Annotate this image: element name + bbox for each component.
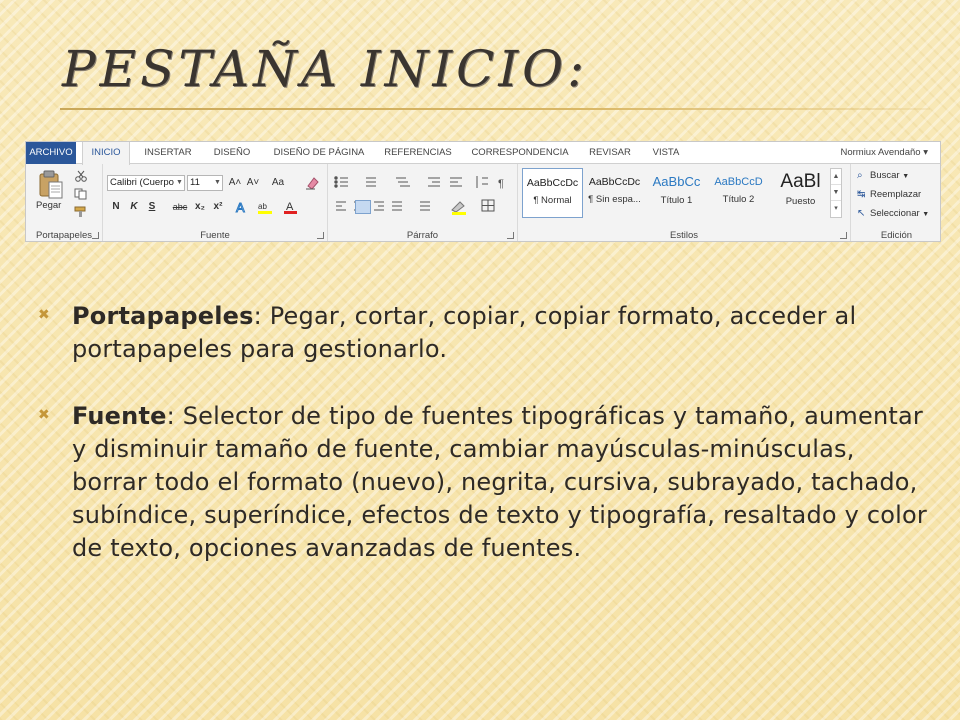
- binoculars-icon: ⌕: [857, 170, 863, 181]
- user-name[interactable]: Normiux Avendaño ▾: [840, 142, 928, 164]
- list-item-text: Fuente: Selector de tipo de fuentes tipo…: [72, 400, 928, 565]
- group-label-estilos: Estilos: [670, 230, 698, 241]
- chevron-up-icon[interactable]: ▲: [831, 169, 841, 185]
- style-sample: AaBbCcDc: [526, 177, 579, 189]
- tab-insertar[interactable]: INSERTAR: [136, 142, 200, 164]
- user-name-text: Normiux Avendaño: [840, 147, 921, 158]
- tab-revisar[interactable]: REVISAR: [582, 142, 638, 164]
- group-fuente: Calibri (Cuerpo ▼ 11 ▼ A˄ A˅ Aa N K S ab…: [103, 164, 328, 241]
- style-name: Título 2: [722, 194, 755, 205]
- tab-diseno-de-pagina[interactable]: DISEÑO DE PÁGINA: [266, 142, 372, 164]
- clear-formatting-icon[interactable]: [305, 176, 319, 190]
- replace-button[interactable]: ↹ Reemplazar: [857, 186, 921, 203]
- font-color-icon[interactable]: A: [283, 200, 299, 214]
- list-item-text: Portapapeles: Pegar, cortar, copiar, cop…: [72, 300, 928, 366]
- style-sample: AaBbCcDc: [588, 176, 641, 188]
- tab-diseno[interactable]: DISEÑO: [204, 142, 260, 164]
- style-sample: AaBl: [780, 171, 821, 192]
- ribbon-tab-bar: ARCHIVO INICIO INSERTAR DISEÑO DISEÑO DE…: [26, 142, 940, 165]
- svg-text:ab: ab: [258, 202, 267, 211]
- more-icon[interactable]: ▾: [831, 201, 841, 217]
- chevron-down-icon: ▼: [176, 179, 183, 186]
- style-sin-espaciado[interactable]: AaBbCcDc ¶ Sin espa...: [584, 168, 645, 218]
- style-titulo-2[interactable]: AaBbCcD Título 2: [708, 168, 769, 218]
- group-label-edicion: Edición: [880, 230, 913, 241]
- font-size-value: 11: [190, 177, 200, 188]
- subscript-button[interactable]: x₂: [193, 199, 207, 215]
- font-name-value: Calibri (Cuerpo: [110, 177, 174, 188]
- select-button[interactable]: ↖ Seleccionar ▼: [857, 205, 929, 222]
- estilos-launcher-icon[interactable]: [840, 232, 847, 239]
- format-painter-icon[interactable]: [74, 206, 88, 218]
- chevron-down-icon: ▼: [214, 179, 221, 186]
- tab-inicio[interactable]: INICIO: [82, 142, 130, 165]
- portapapeles-launcher-icon[interactable]: [92, 232, 99, 239]
- style-sample: AaBbCcD: [714, 176, 763, 188]
- slide: PESTAÑA INICIO: ARCHIVO INICIO INSERTAR …: [0, 0, 960, 720]
- bullet-x-icon: ✖: [38, 407, 50, 423]
- italic-button[interactable]: K: [127, 199, 141, 215]
- svg-text:¶: ¶: [498, 178, 504, 190]
- shrink-font-button[interactable]: A˅: [245, 175, 261, 191]
- fuente-launcher-icon[interactable]: [317, 232, 324, 239]
- highlight-icon[interactable]: ab: [257, 200, 275, 214]
- select-label: Seleccionar: [870, 208, 920, 219]
- word-ribbon-screenshot: ARCHIVO INICIO INSERTAR DISEÑO DISEÑO DE…: [25, 141, 941, 242]
- font-name-combo[interactable]: Calibri (Cuerpo ▼: [107, 175, 185, 191]
- style-name: ¶ Normal: [533, 195, 572, 206]
- tab-correspondencia[interactable]: CORRESPONDENCIA: [464, 142, 576, 164]
- paste-button-label[interactable]: Pegar: [36, 200, 61, 211]
- style-puesto[interactable]: AaBl Puesto: [770, 168, 831, 218]
- bullet-list: ✖ Portapapeles: Pegar, cortar, copiar, c…: [38, 300, 928, 599]
- group-label-parrafo: Párrafo: [406, 230, 439, 241]
- styles-gallery-scroll[interactable]: ▲ ▼ ▾: [830, 168, 842, 218]
- chevron-down-icon[interactable]: ▼: [831, 185, 841, 201]
- title-underline: [60, 108, 930, 110]
- bullet-x-icon: ✖: [38, 307, 50, 323]
- style-name: ¶ Sin espa...: [588, 194, 641, 205]
- style-name: Puesto: [785, 196, 816, 207]
- group-estilos: AaBbCcDc ¶ Normal AaBbCcDc ¶ Sin espa...…: [518, 164, 851, 241]
- group-edicion: ⌕ Buscar ▼ ↹ Reemplazar ↖ Seleccionar ▼ Edi…: [851, 164, 940, 241]
- change-case-button[interactable]: Aa: [267, 175, 289, 191]
- cursor-icon: ↖: [857, 208, 866, 219]
- tab-referencias[interactable]: REFERENCIAS: [376, 142, 460, 164]
- replace-icon: ↹: [857, 189, 866, 200]
- align-left-button[interactable]: [355, 200, 371, 214]
- term-portapapeles: Portapapeles: [72, 302, 254, 330]
- style-sample: AaBbCc: [652, 174, 701, 189]
- cut-icon[interactable]: [74, 170, 88, 182]
- svg-text:A: A: [236, 200, 245, 214]
- tab-vista[interactable]: VISTA: [642, 142, 690, 164]
- list-item: ✖ Fuente: Selector de tipo de fuentes ti…: [38, 400, 928, 565]
- tab-archivo[interactable]: ARCHIVO: [26, 142, 76, 164]
- text-effects-icon[interactable]: A: [235, 200, 251, 214]
- group-parrafo: ¶ Párrafo: [328, 164, 518, 241]
- font-size-combo[interactable]: 11 ▼: [187, 175, 223, 191]
- group-portapapeles: Pegar Portapapeles: [26, 164, 103, 241]
- parrafo-launcher-icon[interactable]: [507, 232, 514, 239]
- grow-font-button[interactable]: A˄: [227, 175, 243, 191]
- bold-button[interactable]: N: [109, 199, 123, 215]
- style-normal[interactable]: AaBbCcDc ¶ Normal: [522, 168, 583, 218]
- chevron-down-icon: ▼: [922, 211, 930, 218]
- strikethrough-button[interactable]: abc: [169, 199, 191, 215]
- find-label: Buscar: [870, 170, 900, 181]
- term-fuente: Fuente: [72, 402, 167, 430]
- copy-icon[interactable]: [74, 188, 88, 200]
- group-label-fuente: Fuente: [200, 230, 230, 241]
- style-name: Título 1: [660, 195, 693, 206]
- chevron-down-icon: ▼: [902, 173, 910, 180]
- list-item: ✖ Portapapeles: Pegar, cortar, copiar, c…: [38, 300, 928, 366]
- group-label-portapapeles: Portapapeles: [36, 230, 92, 241]
- superscript-button[interactable]: x²: [211, 199, 225, 215]
- paste-icon[interactable]: [38, 170, 64, 200]
- replace-label: Reemplazar: [870, 189, 922, 200]
- find-button[interactable]: ⌕ Buscar ▼: [857, 167, 909, 184]
- slide-title: PESTAÑA INICIO:: [62, 40, 588, 98]
- underline-button[interactable]: S: [145, 199, 159, 215]
- style-titulo-1[interactable]: AaBbCc Título 1: [646, 168, 707, 218]
- description-fuente: : Selector de tipo de fuentes tipográfic…: [72, 402, 927, 562]
